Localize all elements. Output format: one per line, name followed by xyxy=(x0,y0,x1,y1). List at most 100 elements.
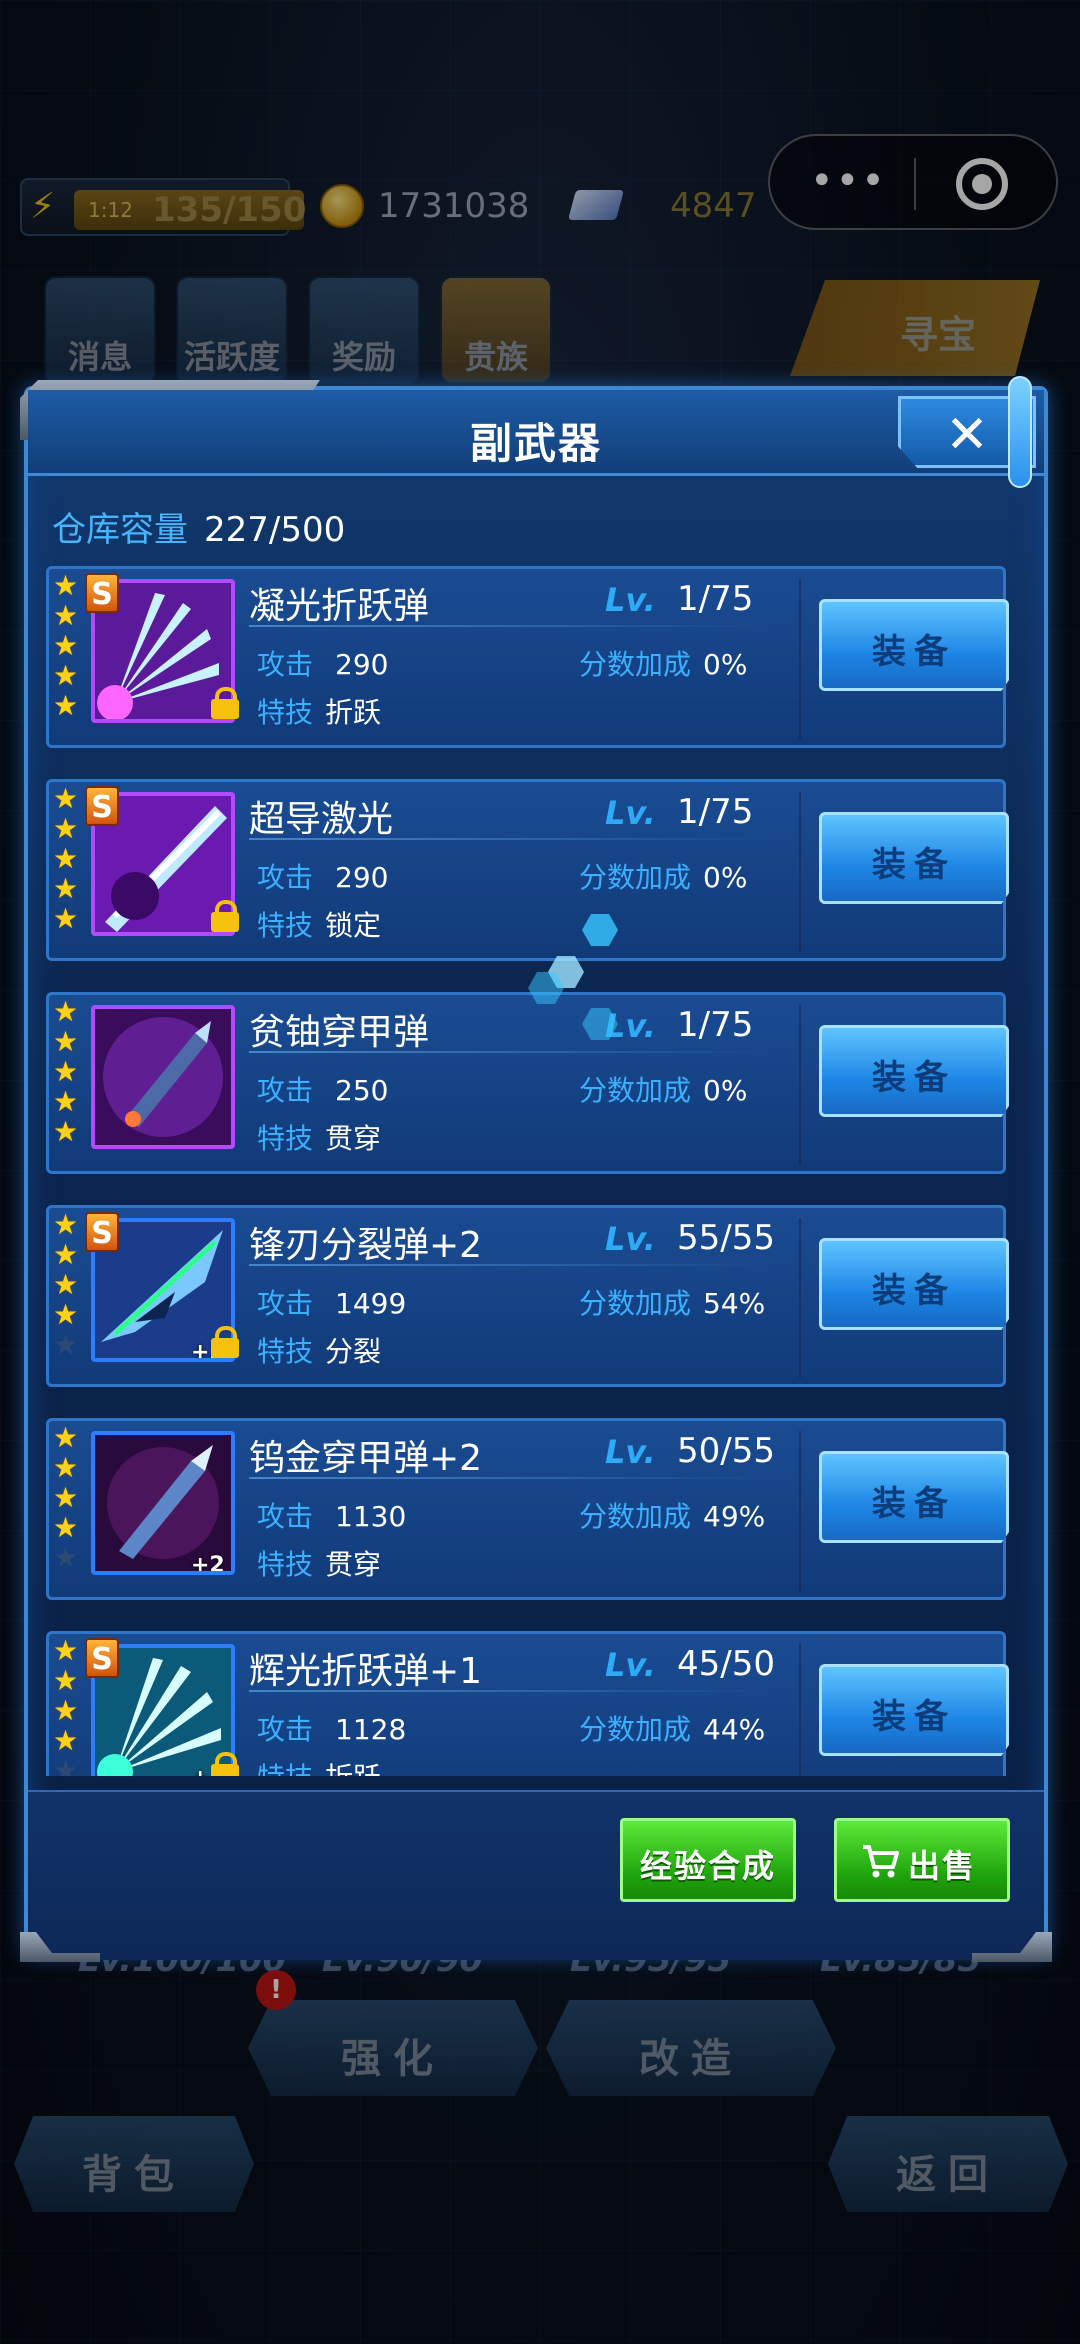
star-icon: ★ xyxy=(53,1724,79,1757)
level-tag: Lv. xyxy=(605,1220,656,1258)
attack-label: 攻击 xyxy=(257,1713,314,1746)
star-icon: ★ xyxy=(53,872,79,905)
storage-capacity: 仓库容量 227/500 xyxy=(52,502,345,551)
equip-button[interactable]: 装备 xyxy=(819,599,1009,691)
star-icon: ★ xyxy=(53,1481,79,1514)
card-divider xyxy=(799,1218,801,1378)
score-bonus-stat: 分数加成 49% xyxy=(579,1495,765,1535)
star-icon: ★ xyxy=(53,1664,79,1697)
score-bonus-stat: 分数加成 44% xyxy=(579,1708,765,1748)
card-divider xyxy=(799,792,801,952)
equip-button[interactable]: 装备 xyxy=(819,812,1009,904)
star-icon: ★ xyxy=(53,1055,79,1088)
weapon-level: 1/75 xyxy=(677,1005,754,1045)
score-bonus-value: 0% xyxy=(703,648,748,681)
enhance-level-badge: +2 xyxy=(191,1553,225,1575)
attack-stat: 攻击 290 xyxy=(257,856,388,896)
score-bonus-label: 分数加成 xyxy=(579,648,692,681)
attack-label: 攻击 xyxy=(257,861,314,894)
equip-button[interactable]: 装备 xyxy=(819,1238,1009,1330)
weapon-list[interactable]: ★ ★ ★ ★ ★ S 凝光折跃弹 Lv. 1/75 攻击 290 分数加成 0% 特技 折跃… xyxy=(46,566,1026,1776)
level-tag: Lv. xyxy=(605,1433,656,1471)
weapon-card[interactable]: ★ ★ ★ ★ ★ S 超导激光 Lv. 1/75 攻击 290 分数加成 0% 特技 锁定 … xyxy=(46,779,1009,961)
skill-stat: 特技 贯穿 xyxy=(257,1543,381,1583)
weapon-card[interactable]: +2 ★ ★ ★ ★ ★ S 锋刃分裂弹+2 Lv. 55/55 攻击 1499 分数加成… xyxy=(46,1205,1009,1387)
attack-stat: 攻击 250 xyxy=(257,1069,388,1109)
score-bonus-stat: 分数加成 0% xyxy=(579,1069,747,1109)
card-divider xyxy=(799,1431,801,1591)
equip-label: 装备 xyxy=(872,1697,956,1737)
star-icon: ★ xyxy=(53,1328,79,1361)
weapon-name: 贫铀穿甲弹 xyxy=(249,1012,430,1053)
exp-merge-button[interactable]: 经验合成 xyxy=(620,1818,796,1902)
skill-stat: 特技折跃 xyxy=(257,691,381,731)
skill-stat: 特技折跃 xyxy=(257,1756,381,1776)
list-scrollbar[interactable] xyxy=(1008,376,1032,488)
star-icon: ★ xyxy=(53,1754,79,1777)
weapon-icon[interactable]: +2 xyxy=(91,1431,235,1575)
skill-label: 特技 xyxy=(257,1548,314,1581)
star-icon: ★ xyxy=(53,782,79,815)
skill-value: 分裂 xyxy=(325,1335,382,1368)
weapon-level: 55/55 xyxy=(677,1218,775,1258)
attack-label: 攻击 xyxy=(257,1287,314,1320)
star-icon: ★ xyxy=(53,1085,79,1118)
equip-button[interactable]: 装备 xyxy=(819,1451,1009,1543)
score-bonus-label: 分数加成 xyxy=(579,1500,692,1533)
star-icon: ★ xyxy=(53,629,79,662)
equip-button[interactable]: 装备 xyxy=(819,1025,1009,1117)
attack-stat: 攻击 290 xyxy=(257,643,388,683)
skill-value: 贯穿 xyxy=(325,1122,382,1155)
equip-button[interactable]: 装备 xyxy=(819,1664,1009,1756)
capacity-label: 仓库容量 xyxy=(52,510,188,550)
star-icon: ★ xyxy=(53,689,79,722)
rank-badge: S xyxy=(85,1638,119,1678)
equip-label: 装备 xyxy=(872,1058,956,1098)
score-bonus-value: 44% xyxy=(703,1713,766,1746)
skill-value: 折跃 xyxy=(325,696,382,729)
weapon-icon[interactable] xyxy=(91,1005,235,1149)
star-icon: ★ xyxy=(53,1511,79,1544)
sell-button[interactable]: 出售 xyxy=(834,1818,1010,1902)
score-bonus-stat: 分数加成 0% xyxy=(579,856,747,896)
attack-value: 290 xyxy=(335,861,389,894)
skill-label: 特技 xyxy=(257,696,314,729)
level-tag: Lv. xyxy=(605,1646,656,1684)
card-divider xyxy=(799,1644,801,1776)
level-tag: Lv. xyxy=(605,581,656,619)
name-underline xyxy=(249,1051,769,1053)
lock-icon xyxy=(209,687,241,719)
score-bonus-value: 49% xyxy=(703,1500,766,1533)
lock-icon xyxy=(209,1752,241,1776)
skill-stat: 特技 锁定 xyxy=(257,904,381,944)
weapon-name: 凝光折跃弹 xyxy=(249,586,430,627)
weapon-card[interactable]: ★ ★ ★ ★ ★ S 凝光折跃弹 Lv. 1/75 攻击 290 分数加成 0% 特技 折跃… xyxy=(46,566,1009,748)
star-icon: ★ xyxy=(53,599,79,632)
weapon-card[interactable]: +1 ★★★★★ S 辉光折跃弹+1 Lv. 45/50 攻击1128 分数加成… xyxy=(46,1631,1009,1777)
skill-label: 特技 xyxy=(257,1122,314,1155)
weapon-level: 45/50 xyxy=(677,1644,775,1684)
weapon-card[interactable]: ★ ★ ★ ★ ★ 贫铀穿甲弹 Lv. 1/75 攻击 250 分数加成 0% 特技 贯穿 装… xyxy=(46,992,1009,1174)
star-rating: ★ ★ ★ ★ ★ xyxy=(53,1636,81,1777)
skill-stat: 特技 分裂 xyxy=(257,1330,381,1370)
weapon-card[interactable]: +2 ★ ★ ★ ★ ★ 钨金穿甲弹+2 Lv. 50/55 攻击 1130 分数加成 49… xyxy=(46,1418,1009,1600)
dialog-title-bar: 副武器 ✕ xyxy=(28,390,1044,476)
rank-badge: S xyxy=(85,786,119,826)
level-tag: Lv. xyxy=(605,794,656,832)
capacity-value: 227/500 xyxy=(204,510,346,550)
attack-label: 攻击 xyxy=(257,648,314,681)
star-icon: ★ xyxy=(53,1421,79,1454)
missile-purple-icon xyxy=(95,1009,231,1145)
attack-value: 1499 xyxy=(335,1287,407,1320)
score-bonus-label: 分数加成 xyxy=(579,1074,692,1107)
attack-label: 攻击 xyxy=(257,1074,314,1107)
dialog-footer: 经验合成 出售 xyxy=(28,1790,1044,1960)
star-icon: ★ xyxy=(53,902,79,935)
equip-label: 装备 xyxy=(872,845,956,885)
star-rating: ★ ★ ★ ★ ★ xyxy=(53,571,81,721)
score-bonus-stat: 分数加成 54% xyxy=(579,1282,765,1322)
skill-label: 特技 xyxy=(257,909,314,942)
skill-value: 折跃 xyxy=(325,1761,381,1776)
star-rating: ★ ★ ★ ★ ★ xyxy=(53,784,81,934)
weapon-name: 钨金穿甲弹+2 xyxy=(249,1438,483,1479)
